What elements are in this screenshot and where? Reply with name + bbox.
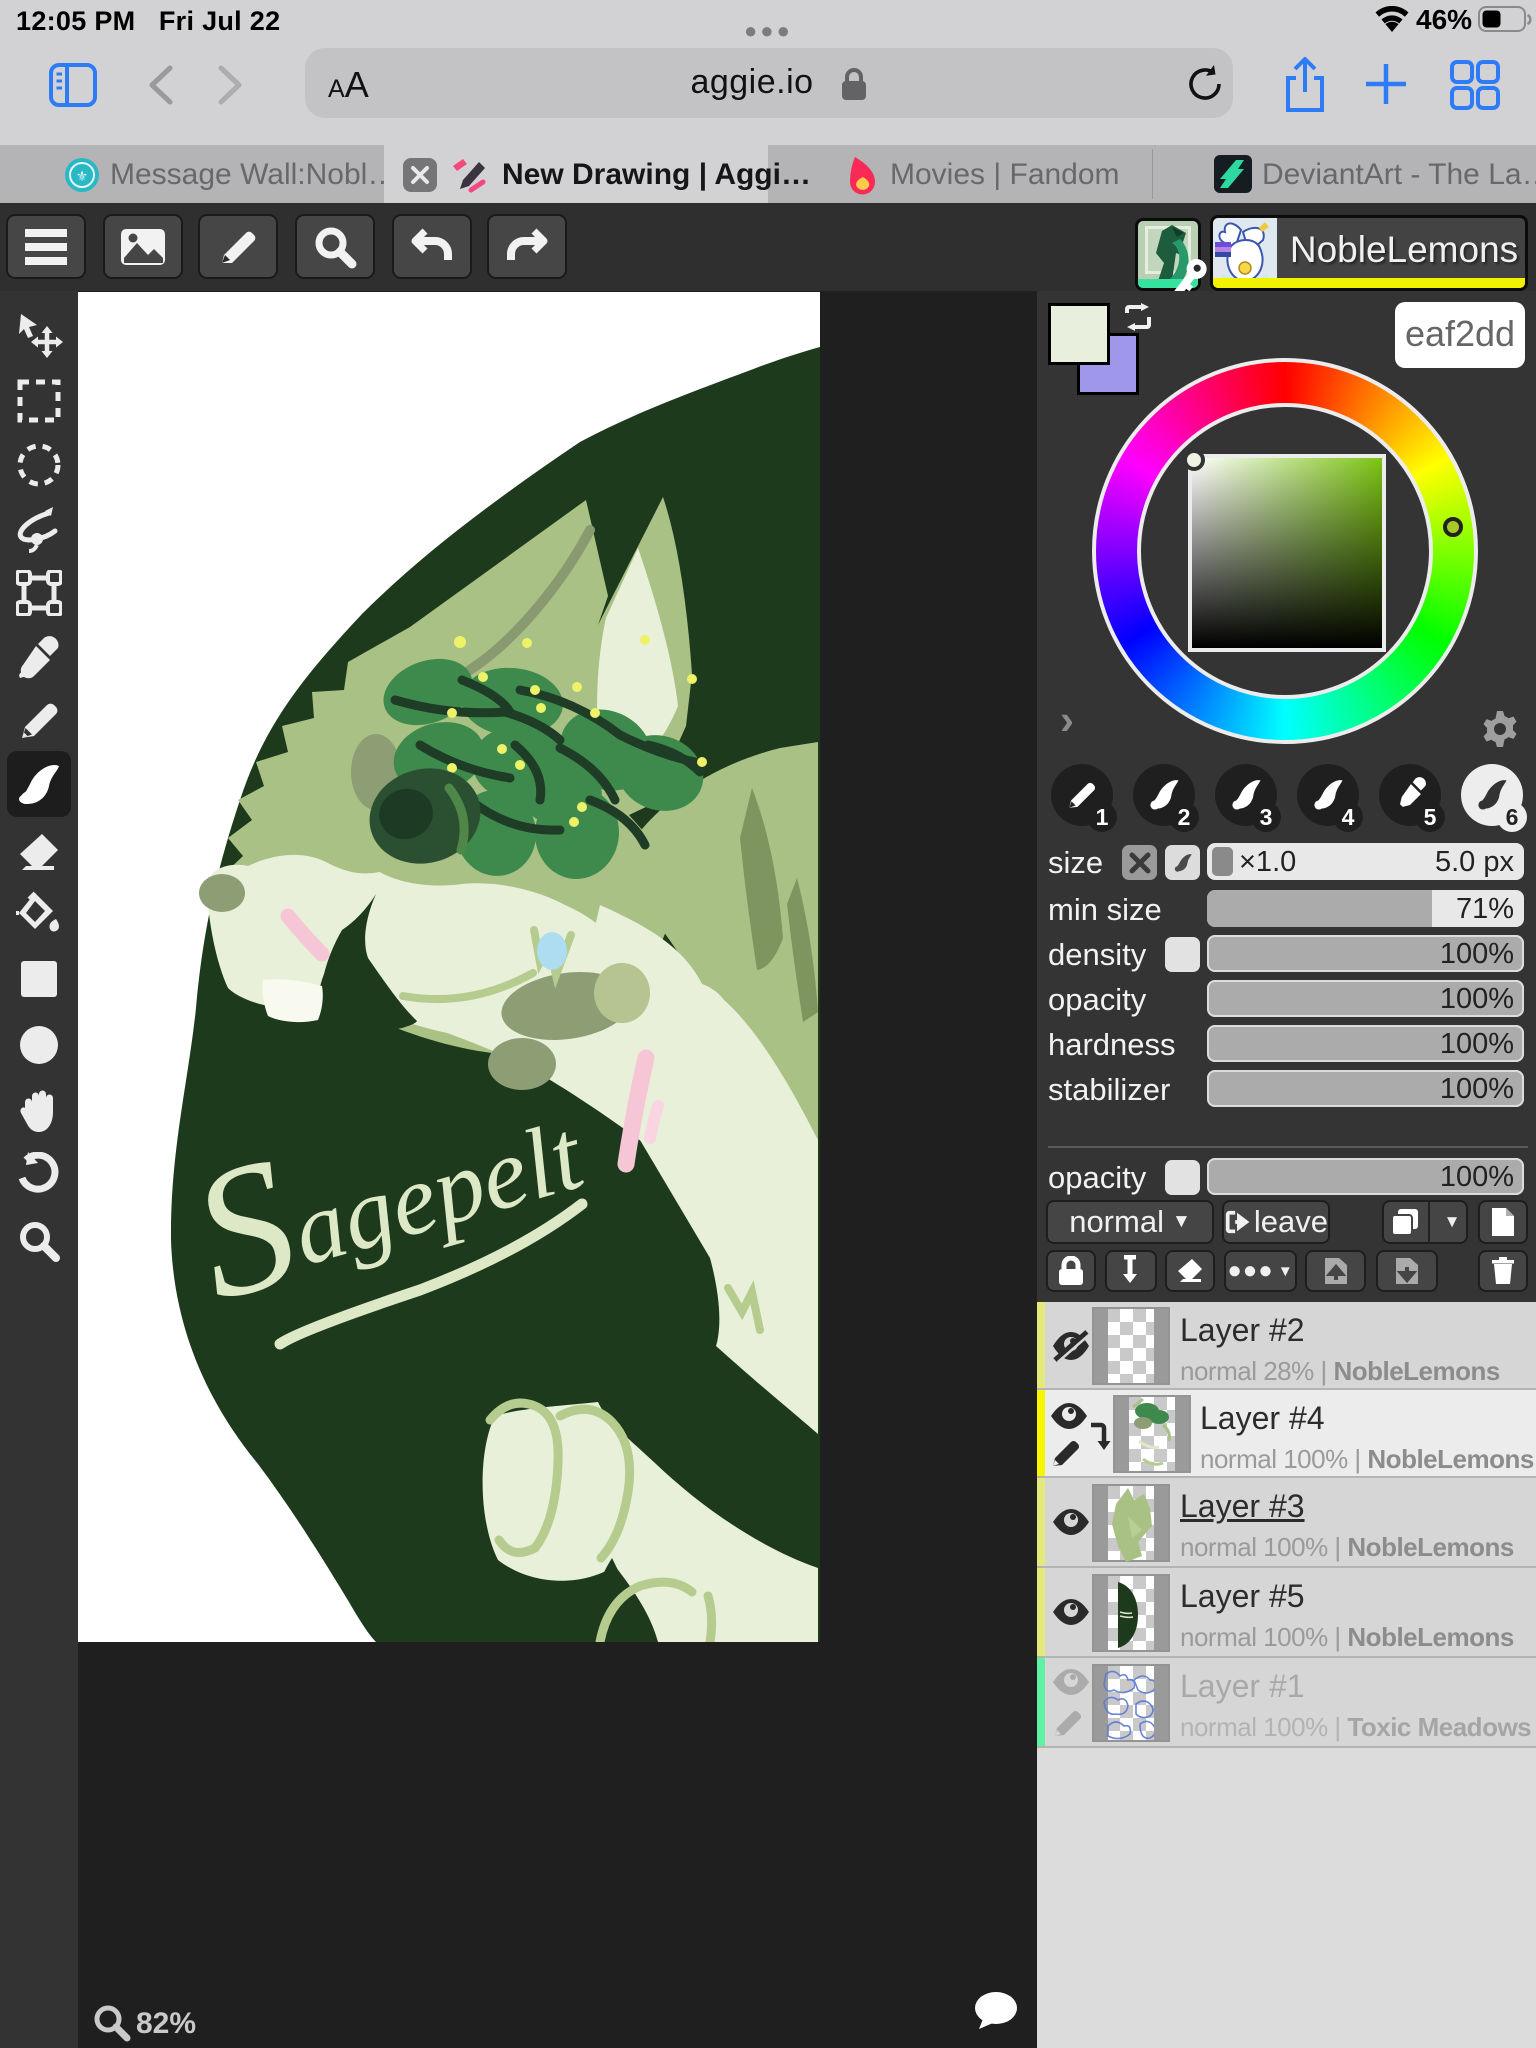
svg-text:⚜: ⚜ bbox=[76, 168, 89, 184]
